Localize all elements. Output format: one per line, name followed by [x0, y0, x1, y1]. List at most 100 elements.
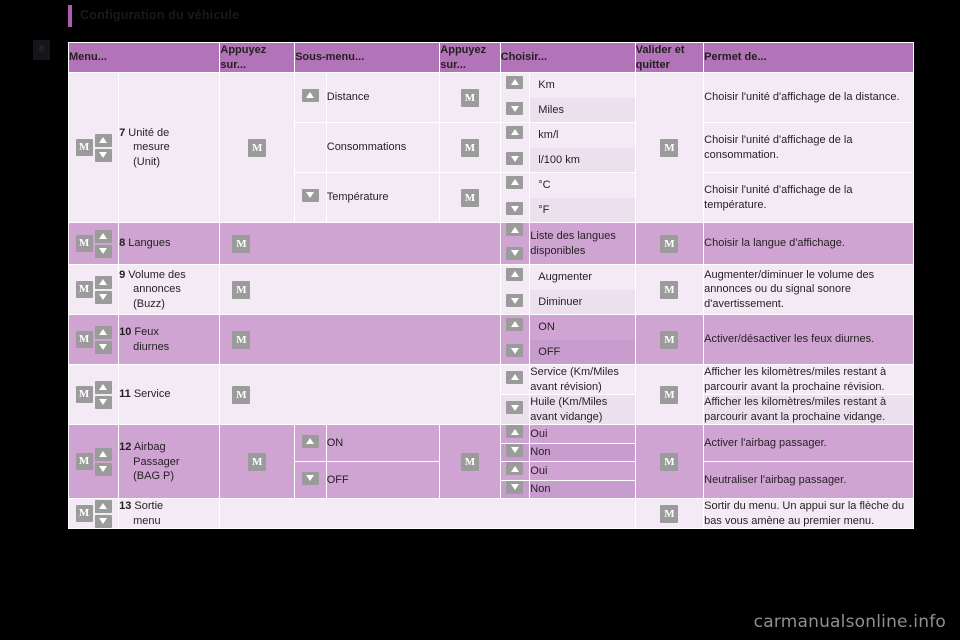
up-arrow-icon[interactable] [506, 125, 524, 139]
down-arrow-icon[interactable] [506, 102, 524, 116]
row-11-validate[interactable]: M [635, 365, 704, 425]
row-7-sub-2-press[interactable]: M [440, 123, 500, 173]
m-button-icon[interactable]: M [75, 331, 93, 349]
up-arrow-icon[interactable] [94, 325, 112, 339]
up-arrow-icon[interactable] [506, 75, 524, 89]
row-7-choice-1-arrows[interactable] [500, 73, 530, 123]
choice-item[interactable]: °F [530, 197, 635, 223]
row-10-press-1[interactable]: M [220, 315, 500, 365]
row-9-menu-control[interactable]: M [69, 265, 119, 315]
m-button-icon[interactable]: M [75, 386, 93, 404]
m-button-icon[interactable]: M [660, 234, 679, 253]
row-9-validate[interactable]: M [635, 265, 704, 315]
row-9-press-1[interactable]: M [220, 265, 500, 315]
row-7-sub-1-arrow[interactable] [295, 73, 326, 123]
row-8-choice-arrows[interactable] [500, 223, 530, 265]
m-button-icon[interactable]: M [660, 280, 679, 299]
choice-item[interactable]: km/l [530, 123, 635, 148]
row-7-menu-control[interactable]: M [69, 73, 119, 223]
row-7-choice-2-arrows[interactable] [500, 123, 530, 173]
row-11-choice-2-arrow[interactable] [500, 395, 530, 425]
row-8-menu-control[interactable]: M [69, 223, 119, 265]
m-button-icon[interactable]: M [75, 235, 93, 253]
m-button-icon[interactable]: M [248, 452, 267, 471]
down-arrow-icon[interactable] [301, 188, 319, 202]
down-arrow-icon[interactable] [506, 401, 524, 414]
down-arrow-icon[interactable] [94, 290, 112, 304]
row-11-menu-control[interactable]: M [69, 365, 119, 425]
row-12-choice-1-arrow[interactable] [500, 425, 530, 443]
choice-item[interactable]: Augmenter [530, 265, 635, 290]
up-arrow-icon[interactable] [506, 267, 524, 281]
row-8-validate[interactable]: M [635, 223, 704, 265]
up-arrow-icon[interactable] [506, 175, 524, 189]
row-11-press-1[interactable]: M [220, 365, 500, 425]
row-11-choice-2[interactable]: Huile (Km/Miles avant vidange) [530, 395, 635, 425]
m-button-icon[interactable]: M [660, 385, 679, 404]
row-12-choice-4-arrow[interactable] [500, 480, 530, 499]
up-arrow-icon[interactable] [94, 229, 112, 243]
up-arrow-icon[interactable] [94, 499, 112, 513]
m-button-icon[interactable]: M [660, 504, 679, 523]
down-arrow-icon[interactable] [94, 244, 112, 258]
m-button-icon[interactable]: M [232, 385, 251, 404]
m-button-icon[interactable]: M [460, 138, 479, 157]
choice-item[interactable]: Km [530, 73, 635, 98]
down-arrow-icon[interactable] [301, 471, 319, 485]
row-12-choice-2-arrow[interactable] [500, 443, 530, 462]
row-13-validate[interactable]: M [635, 499, 704, 529]
row-7-sub-3-press[interactable]: M [440, 173, 500, 223]
choice-item[interactable]: °C [530, 173, 635, 198]
down-arrow-icon[interactable] [506, 246, 524, 260]
up-arrow-icon[interactable] [506, 223, 524, 237]
row-7-validate[interactable]: M [635, 73, 704, 223]
up-arrow-icon[interactable] [301, 434, 319, 448]
choice-item[interactable]: OFF [530, 339, 635, 365]
row-12-validate[interactable]: M [635, 425, 704, 499]
row-12-choice-3[interactable]: Oui [530, 462, 635, 480]
row-12-press-2[interactable]: M [440, 425, 500, 499]
row-8-press-1[interactable]: M [220, 223, 500, 265]
row-11-choice-1-arrow[interactable] [500, 365, 530, 395]
down-arrow-icon[interactable] [506, 344, 524, 358]
row-12-sub-1-arrow[interactable] [295, 425, 326, 462]
up-arrow-icon[interactable] [94, 447, 112, 461]
down-arrow-icon[interactable] [506, 202, 524, 216]
m-button-icon[interactable]: M [660, 138, 679, 157]
m-button-icon[interactable]: M [232, 280, 251, 299]
row-12-press-1[interactable]: M [220, 425, 295, 499]
m-button-icon[interactable]: M [460, 452, 479, 471]
row-10-validate[interactable]: M [635, 315, 704, 365]
m-button-icon[interactable]: M [75, 505, 93, 523]
row-8-choice[interactable]: Liste des langues disponibles [530, 223, 635, 265]
m-button-icon[interactable]: M [248, 138, 267, 157]
m-button-icon[interactable]: M [75, 281, 93, 299]
row-13-menu-control[interactable]: M [69, 499, 119, 529]
up-arrow-icon[interactable] [94, 275, 112, 289]
row-7-press-1[interactable]: M [220, 73, 295, 223]
up-arrow-icon[interactable] [506, 425, 524, 439]
down-arrow-icon[interactable] [506, 443, 524, 457]
row-12-choice-1[interactable]: Oui [530, 425, 635, 443]
row-12-choice-3-arrow[interactable] [500, 462, 530, 480]
m-button-icon[interactable]: M [660, 330, 679, 349]
down-arrow-icon[interactable] [506, 294, 524, 308]
choice-item[interactable]: l/100 km [530, 147, 635, 173]
up-arrow-icon[interactable] [506, 462, 524, 476]
choice-item[interactable]: Miles [530, 97, 635, 123]
up-arrow-icon[interactable] [94, 380, 112, 394]
up-arrow-icon[interactable] [506, 317, 524, 331]
row-10-menu-control[interactable]: M [69, 315, 119, 365]
row-7-choice-3-arrows[interactable] [500, 173, 530, 223]
down-arrow-icon[interactable] [506, 152, 524, 166]
m-button-icon[interactable]: M [232, 234, 251, 253]
row-12-choice-2[interactable]: Non [530, 443, 635, 462]
row-7-sub-3-arrow[interactable] [295, 173, 326, 223]
m-button-icon[interactable]: M [232, 330, 251, 349]
up-arrow-icon[interactable] [94, 133, 112, 147]
choice-item[interactable]: ON [530, 315, 635, 340]
row-10-choice-arrows[interactable] [500, 315, 530, 365]
m-button-icon[interactable]: M [460, 88, 479, 107]
m-button-icon[interactable]: M [460, 188, 479, 207]
m-button-icon[interactable]: M [660, 452, 679, 471]
